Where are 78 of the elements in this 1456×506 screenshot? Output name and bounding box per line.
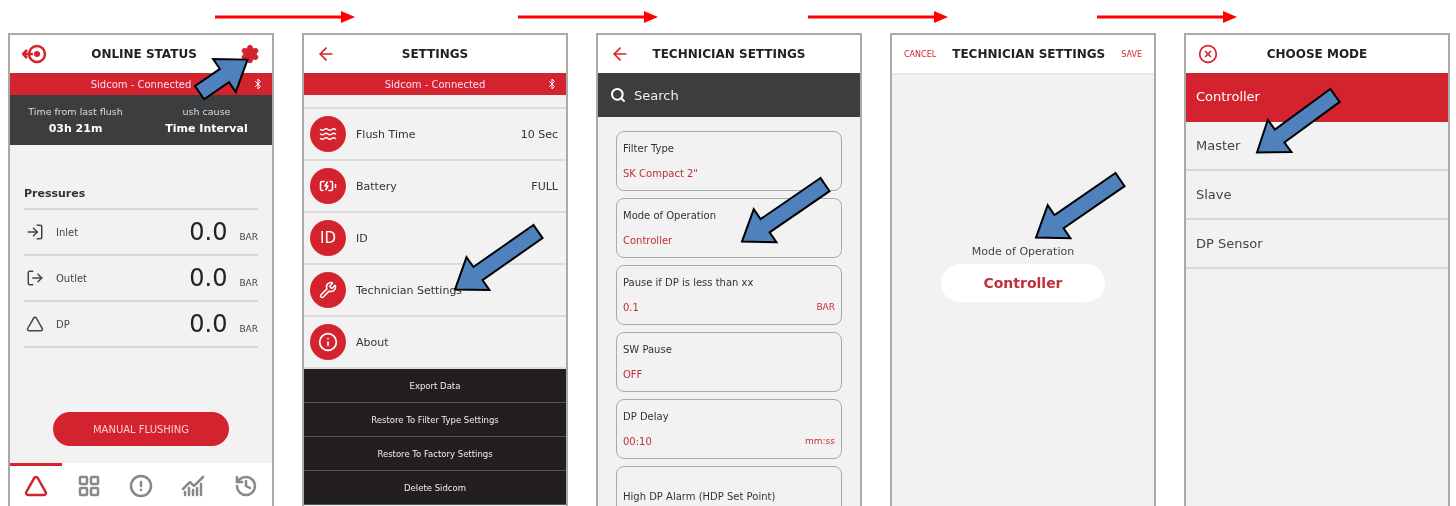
section-heading: Pressures (24, 187, 86, 200)
stat-value: 03h 21m (48, 121, 103, 135)
stat-label: ush cause (182, 105, 231, 117)
setting-card[interactable]: High DP Alarm (HDP Set Point) (616, 466, 842, 506)
bluetooth-icon (252, 78, 264, 90)
pressure-label: DP (56, 318, 71, 330)
action-button[interactable]: Restore To Factory Settings (304, 437, 566, 471)
triangle-icon (24, 474, 49, 498)
card-value: Controller (623, 235, 673, 246)
action-button[interactable]: Restore To Filter Type Settings (304, 403, 566, 437)
settings-label: Battery (356, 179, 398, 193)
pressure-value: 0.0 (189, 310, 228, 338)
action-button[interactable]: Delete Sidcom (304, 471, 566, 505)
card-value: SK Compact 2" (623, 168, 698, 179)
card-value: OFF (623, 369, 643, 380)
close-icon[interactable] (1198, 44, 1218, 64)
card-value: 0.1 (623, 302, 639, 313)
pressure-unit: BAR (239, 232, 258, 242)
stat-value: Time Interval (165, 121, 248, 135)
waves-icon (319, 125, 337, 143)
pressure-value: 0.0 (189, 264, 228, 292)
info-icon (318, 332, 338, 352)
card-label: DP Delay (623, 411, 670, 422)
card-label: High DP Alarm (HDP Set Point) (623, 490, 777, 502)
action-button[interactable]: Export Data (304, 369, 566, 403)
chart-icon (181, 474, 206, 498)
pointer-arrow (193, 57, 250, 102)
id-badge-text: ID (320, 229, 336, 247)
delta-icon (26, 315, 44, 333)
search-bar[interactable]: Search (598, 73, 860, 117)
card-unit: BAR (816, 302, 835, 313)
manual-flushing-button[interactable]: MANUAL FLUSHING (53, 412, 229, 446)
pressure-value: 0.0 (189, 218, 228, 246)
bluetooth-icon (546, 78, 558, 90)
save-button[interactable]: SAVE (1121, 49, 1142, 59)
settings-label: ID (356, 231, 369, 245)
card-unit: mm:ss (805, 436, 835, 447)
setting-card[interactable]: Filter Type SK Compact 2" (616, 131, 842, 191)
pressure-unit: BAR (239, 324, 258, 334)
alert-icon (128, 474, 153, 498)
card-label: Filter Type (623, 143, 675, 154)
settings-row[interactable]: Battery FULL (304, 161, 566, 213)
search-icon (610, 87, 626, 103)
card-label: Mode of Operation (623, 210, 717, 221)
pressure-label: Inlet (56, 226, 80, 238)
pressure-unit: BAR (239, 278, 258, 288)
screen-title: TECHNICIAN SETTINGS (651, 47, 807, 61)
screen-title: ONLINE STATUS (90, 47, 198, 61)
settings-value: 10 Sec (520, 127, 558, 141)
settings-label: About (356, 335, 390, 349)
connection-status: Sidcom - Connected (90, 78, 192, 90)
card-label: SW Pause (623, 344, 673, 355)
pressure-label: Outlet (56, 272, 88, 284)
mode-option[interactable]: Controller (1186, 73, 1448, 122)
grid-icon (76, 474, 101, 498)
settings-value: FULL (531, 179, 558, 193)
inlet-icon (26, 223, 44, 241)
setting-card[interactable]: SW Pause OFF (616, 332, 842, 392)
card-value: 00:10 (623, 436, 652, 447)
field-label: Mode of Operation (971, 245, 1075, 258)
screen-title: CHOOSE MODE (1265, 47, 1369, 61)
cancel-button[interactable]: CANCEL (904, 49, 937, 59)
settings-label: Flush Time (356, 127, 417, 141)
search-field[interactable]: Search (632, 86, 786, 104)
back-circle-icon[interactable] (22, 44, 48, 64)
screen-title: TECHNICIAN SETTINGS (951, 47, 1107, 61)
history-icon (233, 474, 258, 498)
screen-title: SETTINGS (400, 47, 470, 61)
settings-row[interactable]: Flush Time 10 Sec (304, 109, 566, 161)
stat-label: Time from last flush (28, 105, 123, 117)
mode-select-button[interactable]: Controller (941, 264, 1105, 302)
wrench-icon (319, 281, 337, 299)
setting-card[interactable]: DP Delay 00:10 mm:ss (616, 399, 842, 459)
outlet-icon (26, 269, 44, 287)
settings-label: Technician Settings (356, 283, 464, 297)
connection-status: Sidcom - Connected (384, 78, 486, 90)
setting-card[interactable]: Pause if DP is less than xx 0.1 BAR (616, 265, 842, 325)
card-label: Pause if DP is less than xx (623, 277, 755, 288)
